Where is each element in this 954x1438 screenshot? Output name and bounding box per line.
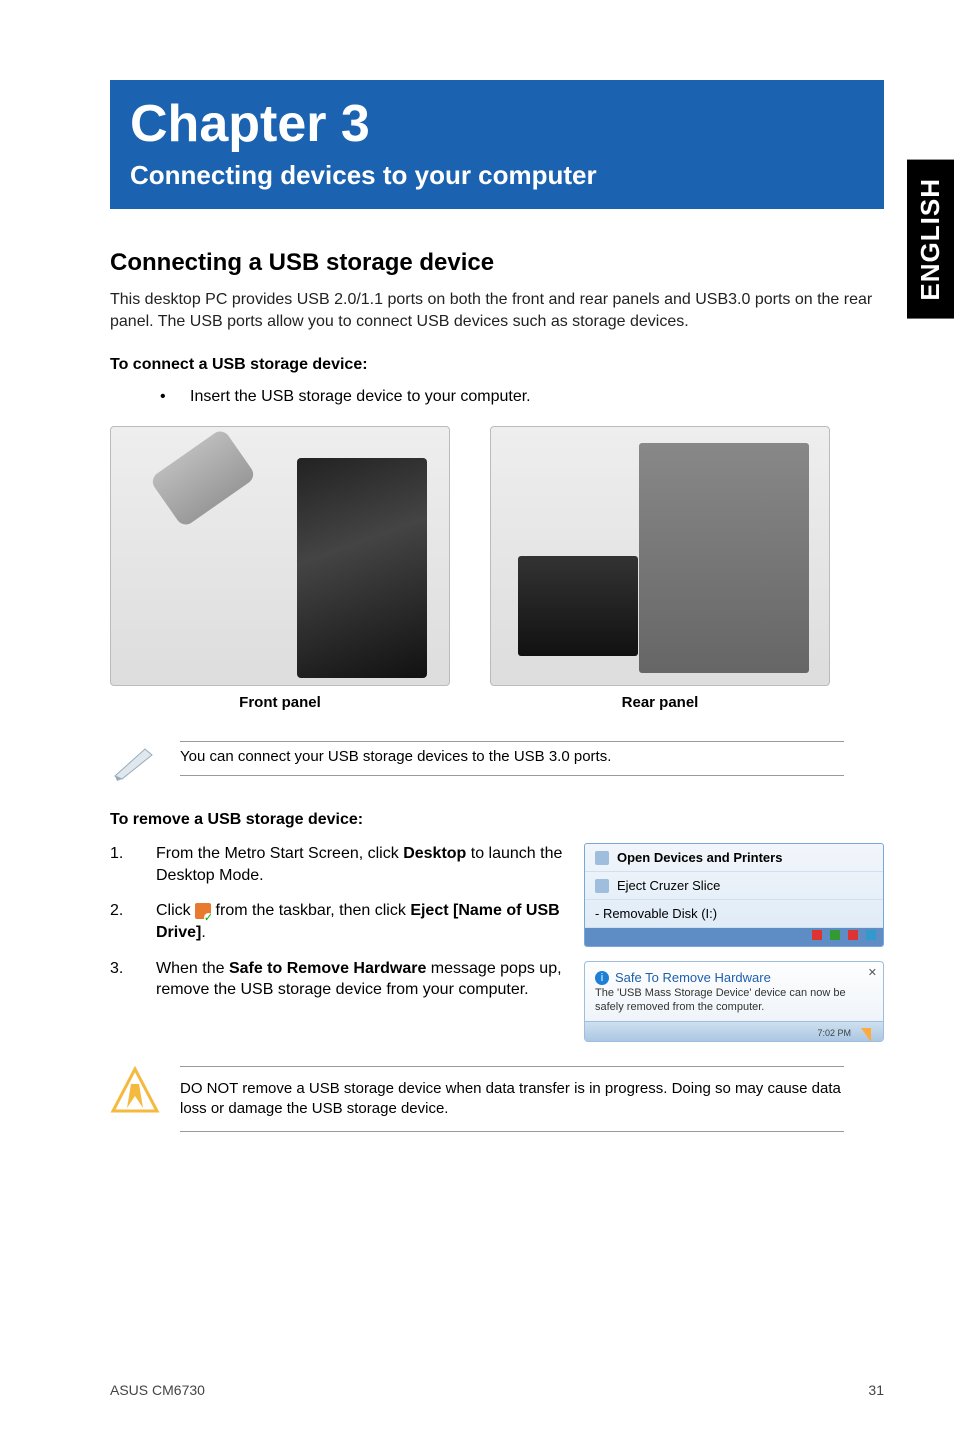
step-2-pre: Click: [156, 902, 195, 919]
chapter-header: Chapter 3 Connecting devices to your com…: [110, 80, 884, 209]
step-1-pre: From the Metro Start Screen, click: [156, 845, 403, 862]
balloon-time: 7:02 PM: [817, 1028, 851, 1038]
warning-text: DO NOT remove a USB storage device when …: [180, 1066, 844, 1133]
front-panel-image: [110, 426, 450, 686]
step-1-num: 1.: [110, 843, 123, 865]
tray-icon: [812, 930, 822, 940]
section-body: This desktop PC provides USB 2.0/1.1 por…: [110, 289, 884, 332]
step-1: 1. From the Metro Start Screen, click De…: [110, 843, 564, 886]
warning-icon: [110, 1066, 160, 1116]
pencil-icon: [110, 741, 160, 781]
connect-bullet-text: Insert the USB storage device to your co…: [190, 388, 531, 405]
rear-panel-image: [490, 426, 830, 686]
tray-icon: [848, 930, 858, 940]
chapter-title: Chapter 3: [130, 94, 864, 154]
menu-eject-drive[interactable]: Eject Cruzer Slice: [585, 872, 883, 900]
balloon-close-icon[interactable]: ✕: [868, 966, 877, 979]
language-tab: ENGLISH: [907, 160, 954, 319]
step-2-mid: from the taskbar, then click: [211, 902, 410, 919]
bullet-dot: •: [160, 388, 190, 406]
step-3: 3. When the Safe to Remove Hardware mess…: [110, 958, 564, 1001]
warning-row: DO NOT remove a USB storage device when …: [110, 1066, 884, 1133]
step-3-pre: When the: [156, 960, 229, 977]
menu-open-devices[interactable]: Open Devices and Printers: [585, 844, 883, 872]
step-2-num: 2.: [110, 900, 123, 922]
tray-icon: [830, 930, 840, 940]
footer-model: ASUS CM6730: [110, 1382, 205, 1398]
taskbar-tray: [585, 928, 883, 946]
connect-bullet: •Insert the USB storage device to your c…: [160, 388, 884, 406]
connect-subhead: To connect a USB storage device:: [110, 356, 884, 374]
remove-steps: 1. From the Metro Start Screen, click De…: [110, 843, 564, 1042]
page-footer: ASUS CM6730 31: [110, 1382, 884, 1398]
info-icon: i: [595, 971, 609, 985]
remove-subhead: To remove a USB storage device:: [110, 811, 884, 829]
note-text: You can connect your USB storage devices…: [180, 741, 844, 776]
eject-menu-screenshot: Open Devices and Printers Eject Cruzer S…: [584, 843, 884, 947]
balloon-title-row: i Safe To Remove Hardware: [595, 970, 873, 985]
tray-icon: [866, 930, 876, 940]
usb-tray-icon: [195, 903, 211, 919]
menu-disk-label: - Removable Disk (I:): [595, 906, 717, 921]
step-3-bold: Safe to Remove Hardware: [229, 960, 426, 977]
section-heading: Connecting a USB storage device: [110, 249, 884, 277]
menu-open-devices-label: Open Devices and Printers: [617, 850, 782, 865]
front-panel-label: Front panel: [110, 694, 450, 711]
step-2-post: .: [201, 924, 205, 941]
balloon-pointer-icon: [861, 1028, 871, 1042]
balloon-message: The 'USB Mass Storage Device' device can…: [595, 987, 873, 1015]
footer-page-number: 31: [868, 1382, 884, 1398]
panel-images: [110, 426, 884, 686]
balloon-title: Safe To Remove Hardware: [615, 970, 771, 985]
step-2: 2. Click from the taskbar, then click Ej…: [110, 900, 564, 943]
panel-labels: Front panel Rear panel: [110, 694, 884, 711]
menu-eject-label: Eject Cruzer Slice: [617, 878, 720, 893]
note-row: You can connect your USB storage devices…: [110, 741, 884, 781]
menu-removable-disk[interactable]: - Removable Disk (I:): [585, 900, 883, 928]
step-3-num: 3.: [110, 958, 123, 980]
drive-icon: [595, 879, 609, 893]
step-1-bold: Desktop: [403, 845, 466, 862]
safe-remove-balloon: ✕ i Safe To Remove Hardware The 'USB Mas…: [584, 961, 884, 1042]
rear-panel-label: Rear panel: [490, 694, 830, 711]
chapter-subtitle: Connecting devices to your computer: [130, 160, 864, 191]
devices-icon: [595, 851, 609, 865]
